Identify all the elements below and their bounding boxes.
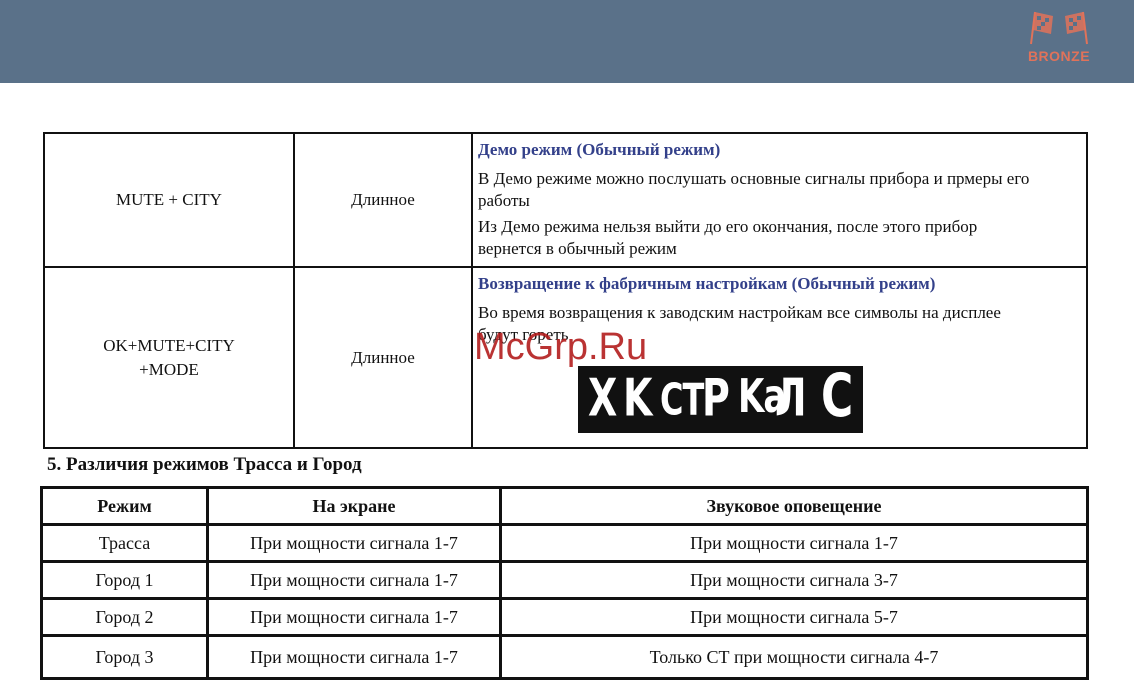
lcd-display-image: X K CT P Ka Л C bbox=[578, 362, 863, 433]
mode-title: Возвращение к фабричным настройкам (Обыч… bbox=[478, 274, 936, 293]
table-row: Город 3 При мощности сигнала 1-7 Только … bbox=[40, 634, 1089, 680]
mode-cell: Город 1 bbox=[40, 560, 209, 600]
mode-cell: Город 2 bbox=[40, 597, 209, 637]
buttons-cell: MUTE + CITY bbox=[43, 132, 295, 268]
section-title: 5. Различия режимов Трасса и Город bbox=[47, 454, 362, 475]
buttons-label: OK+MUTE+CITY bbox=[103, 335, 235, 355]
press-cell: Длинное bbox=[292, 132, 474, 268]
sound-cell: При мощности сигнала 3-7 bbox=[499, 560, 1089, 600]
press-cell: Длинное bbox=[292, 266, 474, 449]
buttons-label: MUTE + CITY bbox=[116, 190, 222, 209]
brand-name: BRONZE bbox=[1027, 48, 1091, 64]
mode-title: Демо режим (Обычный режим) bbox=[478, 140, 721, 159]
brand-logo: BRONZE bbox=[1024, 10, 1094, 64]
press-label: Длинное bbox=[351, 190, 415, 209]
header-bar: BRONZE bbox=[0, 0, 1134, 83]
mode-cell: Трасса bbox=[40, 523, 209, 563]
description-text: В Демо режиме можно послушать основные с… bbox=[478, 169, 1030, 210]
column-header: На экране bbox=[206, 486, 502, 526]
modes-table: Режим На экране Звуковое оповещение Трас… bbox=[40, 486, 1089, 680]
table-row: Город 2 При мощности сигнала 1-7 При мощ… bbox=[40, 597, 1089, 637]
press-label: Длинное bbox=[351, 347, 415, 367]
table-row: Трасса При мощности сигнала 1-7 При мощн… bbox=[40, 523, 1089, 563]
buttons-label: +MODE bbox=[139, 359, 199, 379]
screen-cell: При мощности сигнала 1-7 bbox=[206, 523, 502, 563]
mode-cell: Город 3 bbox=[40, 634, 209, 680]
table-row: MUTE + CITY Длинное Демо режим (Обычный … bbox=[43, 132, 1088, 268]
checkered-flags-icon bbox=[1030, 11, 1088, 45]
buttons-cell: OK+MUTE+CITY +MODE bbox=[43, 266, 295, 449]
column-header: Режим bbox=[40, 486, 209, 526]
description-text: Из Демо режима нельзя выйти до его оконч… bbox=[478, 217, 978, 258]
sound-cell: При мощности сигнала 1-7 bbox=[499, 523, 1089, 563]
description-cell: Демо режим (Обычный режим) В Демо режиме… bbox=[471, 132, 1088, 268]
table-row: Город 1 При мощности сигнала 1-7 При мощ… bbox=[40, 560, 1089, 600]
screen-cell: При мощности сигнала 1-7 bbox=[206, 634, 502, 680]
sound-cell: При мощности сигнала 5-7 bbox=[499, 597, 1089, 637]
table-header-row: Режим На экране Звуковое оповещение bbox=[40, 486, 1089, 526]
sound-cell: Только СТ при мощности сигнала 4-7 bbox=[499, 634, 1089, 680]
column-header: Звуковое оповещение bbox=[499, 486, 1089, 526]
screen-cell: При мощности сигнала 1-7 bbox=[206, 597, 502, 637]
screen-cell: При мощности сигнала 1-7 bbox=[206, 560, 502, 600]
watermark: McGrp.Ru bbox=[474, 326, 648, 368]
shortcuts-table: MUTE + CITY Длинное Демо режим (Обычный … bbox=[43, 132, 1088, 449]
